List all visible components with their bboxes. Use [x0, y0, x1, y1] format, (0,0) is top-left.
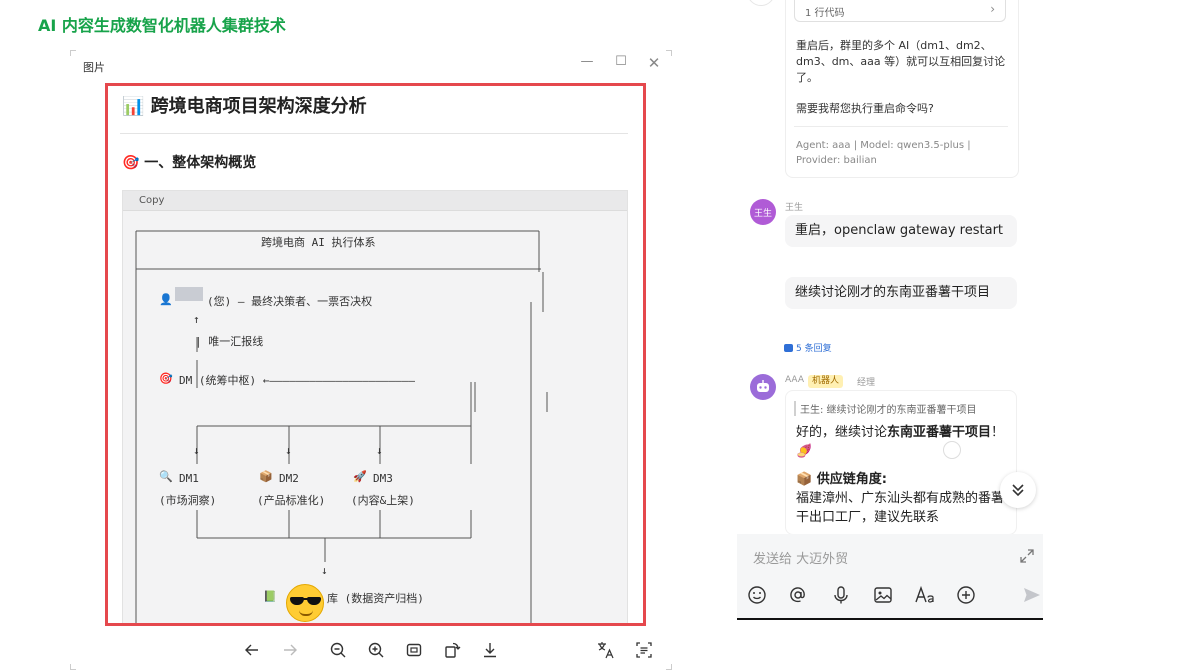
avatar: [747, 0, 775, 6]
divider: [794, 126, 1008, 127]
diagram-title: 跨境电商 AI 执行体系: [261, 236, 376, 249]
scroll-to-bottom-button[interactable]: [1000, 472, 1036, 508]
dm2-role: (产品标准化): [257, 494, 326, 507]
image-viewer-window: 图片 — ☐ ✕ 📊 跨境电商项目架构深度分析 🎯 一、整体架构概览 Copy: [70, 50, 672, 670]
bot-text: 好的，继续讨论: [796, 425, 888, 440]
arrow-left-icon[interactable]: [239, 637, 265, 663]
chat-panel: 1 行代码 › 重启后，群里的多个 AI（dm1、dm2、dm3、dm、aaa …: [737, 0, 1043, 620]
code-snippet-chip[interactable]: 1 行代码 ›: [794, 0, 1006, 22]
message-paragraph: 重启后，群里的多个 AI（dm1、dm2、dm3、dm、aaa 等）就可以互相回…: [796, 39, 1006, 84]
replies-count: 5 条回复: [796, 344, 832, 354]
arrow-down: ↓: [285, 444, 292, 457]
db-icon: 📗: [263, 590, 277, 603]
dm1-name: DM1: [179, 472, 199, 485]
owner-icon: 👤: [159, 293, 173, 306]
corner-mark: [666, 50, 672, 56]
font-icon[interactable]: [914, 584, 936, 606]
bot-body: 福建漳州、广东汕头都有成熟的番薯干出口工厂，建议先联系: [796, 491, 1005, 525]
bot-avatar-icon[interactable]: [750, 374, 776, 400]
code-chip-label: 1 行代码: [805, 8, 845, 19]
bot-message-line: 好的，继续讨论东南亚番薯干项目！🍠: [796, 423, 1008, 461]
document-image: 📊 跨境电商项目架构深度分析 🎯 一、整体架构概览 Copy 跨境电商 AI 执…: [120, 86, 628, 623]
dm2-name: DM2: [279, 472, 299, 485]
dm1-role: (市场洞察): [159, 494, 217, 507]
dm2-icon: 📦: [259, 470, 273, 483]
ai-message-card: 1 行代码 › 重启后，群里的多个 AI（dm1、dm2、dm3、dm、aaa …: [785, 0, 1019, 178]
report-line: | 唯一汇报线: [195, 335, 264, 348]
corner-mark: [666, 664, 672, 670]
minimize-button[interactable]: —: [577, 54, 597, 69]
zoom-out-icon[interactable]: [325, 637, 351, 663]
close-button[interactable]: ✕: [644, 54, 664, 72]
dm-hub-icon: 🎯: [159, 372, 173, 385]
ascii-diagram: 跨境电商 AI 执行体系 👤 (您) – 最终决策者、一票否决权 ↑ | 唯一汇…: [123, 212, 627, 623]
dm-hub-line: DM (统筹中枢) ←——————————————————————: [179, 374, 416, 387]
zoom-in-icon[interactable]: [363, 637, 389, 663]
page-heading: AI 内容生成数智化机器人集群技术: [38, 16, 286, 35]
sunglasses-emoji-icon: [286, 584, 324, 622]
reply-icon: [784, 344, 793, 352]
quoted-message[interactable]: 王生: 继续讨论刚才的东南亚番薯干项目: [794, 401, 977, 416]
chevron-right-icon: ›: [990, 2, 995, 16]
message-bubble: 重启，openclaw gateway restart: [785, 215, 1017, 247]
maximize-button[interactable]: ☐: [611, 54, 631, 69]
arrow-down: ↓: [376, 444, 383, 457]
double-chevron-down-icon: [1012, 484, 1024, 497]
code-block-header: Copy: [123, 191, 627, 211]
bot-message-card: 王生: 继续讨论刚才的东南亚番薯干项目 好的，继续讨论东南亚番薯干项目！🍠 📦 …: [785, 390, 1017, 535]
sender-name: AAA: [785, 375, 804, 385]
message-composer: 发送给 大迈外贸: [737, 534, 1043, 620]
dm3-name: DM3: [373, 472, 393, 485]
message-bubble: 继续讨论刚才的东南亚番薯干项目: [785, 277, 1017, 309]
dm1-icon: 🔍: [159, 470, 173, 483]
bot-text-bold: 东南亚番薯干项目: [887, 425, 992, 440]
expand-icon[interactable]: [1019, 548, 1035, 568]
db-line: 库 (数据资产归档): [327, 592, 424, 605]
mention-icon[interactable]: [787, 584, 809, 606]
arrow-up: ↑: [193, 313, 200, 326]
arrow-right-icon[interactable]: [277, 637, 303, 663]
corner-mark: [70, 664, 76, 670]
bot-badge: 机器人: [808, 375, 844, 388]
doc-title: 📊 跨境电商项目架构深度分析: [122, 96, 367, 117]
owner-line: (您) – 最终决策者、一票否决权: [207, 295, 373, 308]
code-block: Copy 跨境电商 AI 执行体系 👤 (您) – 最终决策者、一票否决权 ↑ …: [122, 190, 628, 623]
redacted-name: [175, 287, 203, 301]
mic-icon[interactable]: [830, 584, 852, 606]
loading-spinner-icon: [943, 441, 961, 459]
doc-section-heading: 🎯 一、整体架构概览: [122, 155, 257, 171]
viewer-title: 图片: [83, 61, 105, 74]
image-icon[interactable]: [872, 584, 894, 606]
plus-icon[interactable]: [955, 584, 977, 606]
rotate-icon[interactable]: [439, 637, 465, 663]
arrow-down: ↓: [193, 444, 200, 457]
dm3-role: (内容&上架): [351, 494, 415, 507]
translate-icon[interactable]: [593, 637, 619, 663]
copy-button[interactable]: Copy: [139, 195, 164, 206]
corner-mark: [70, 50, 76, 56]
thread-replies-link[interactable]: 5 条回复: [784, 341, 832, 354]
message-input[interactable]: 发送给 大迈外贸: [753, 548, 848, 567]
sender-role: 经理: [857, 378, 876, 388]
dm3-icon: 🚀: [353, 470, 367, 483]
message-meta: Agent: aaa | Model: qwen3.5-plus | Provi…: [796, 140, 971, 166]
image-canvas[interactable]: 📊 跨境电商项目架构深度分析 🎯 一、整体架构概览 Copy 跨境电商 AI 执…: [105, 83, 646, 626]
divider: [120, 133, 628, 134]
message-paragraph: 需要我帮您执行重启命令吗?: [796, 102, 934, 115]
send-icon[interactable]: [1021, 584, 1043, 606]
sender-name: 王生: [785, 203, 804, 213]
ocr-icon[interactable]: [631, 637, 657, 663]
bot-heading: 📦 供应链角度:: [796, 472, 887, 487]
fit-icon[interactable]: [401, 637, 427, 663]
diagram-lines: [135, 230, 548, 623]
arrow-down: ↓: [321, 564, 328, 577]
avatar[interactable]: 王生: [750, 199, 776, 225]
download-icon[interactable]: [477, 637, 503, 663]
emoji-icon[interactable]: [746, 584, 768, 606]
